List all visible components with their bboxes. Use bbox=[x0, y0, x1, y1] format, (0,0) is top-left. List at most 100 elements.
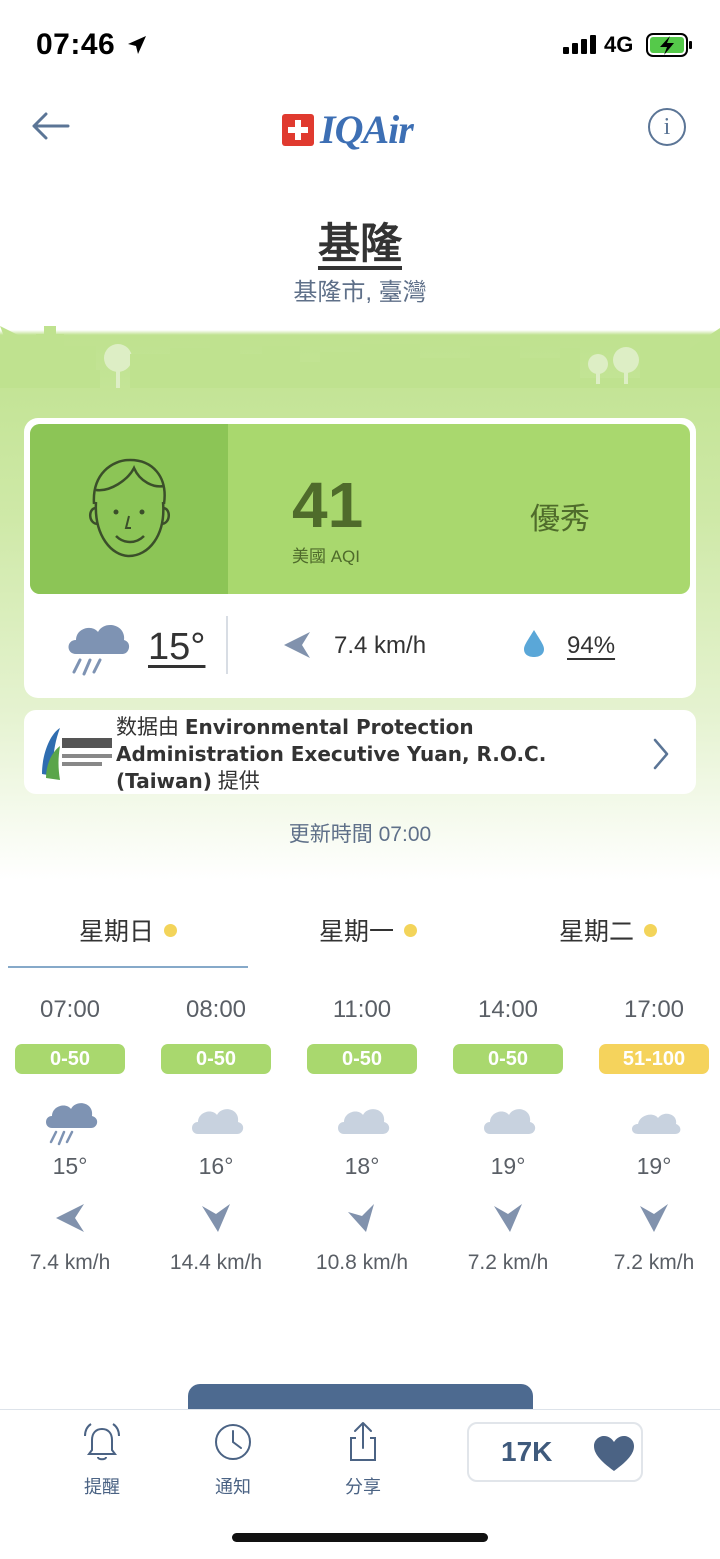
back-arrow-icon[interactable] bbox=[28, 106, 76, 146]
updated-time: 更新時間 07:00 bbox=[288, 823, 432, 846]
iqair-logo: IQAir bbox=[282, 106, 414, 153]
active-tab-indicator bbox=[8, 966, 248, 968]
chevron-right-icon bbox=[653, 738, 669, 770]
top-navigation: IQAir i bbox=[0, 100, 720, 160]
aqi-value: 41 bbox=[292, 469, 364, 541]
current-temperature[interactable]: 15° bbox=[148, 626, 205, 669]
cloud-icon bbox=[338, 1109, 390, 1134]
tab-tuesday[interactable]: 星期二 bbox=[488, 912, 720, 948]
aqi-panel: 41 美國 AQI 優秀 bbox=[30, 424, 690, 594]
aqi-card: 41 美國 AQI 優秀 15° 7.4 km/h 94% bbox=[24, 418, 696, 698]
forecast-wind: 7.2 km/h bbox=[467, 1251, 549, 1274]
day-label: 星期二 bbox=[558, 918, 634, 946]
cloud-icon bbox=[632, 1113, 681, 1134]
alerts-button[interactable]: 提醒 bbox=[57, 1420, 147, 1499]
clock-icon bbox=[215, 1424, 251, 1460]
wind-direction-icon bbox=[284, 632, 310, 658]
forecast-column: 07:00 0-50 15° 7.4 km/h bbox=[0, 990, 143, 1275]
wind-direction-icon bbox=[348, 1204, 374, 1232]
city-skyline-illustration bbox=[0, 326, 720, 388]
share-label: 分享 bbox=[345, 1477, 381, 1497]
status-bar: 07:46 4G bbox=[0, 0, 720, 90]
aqi-range-badge: 0-50 bbox=[453, 1044, 563, 1074]
brand-name: IQAir bbox=[320, 107, 414, 152]
forecast-wind: 7.4 km/h bbox=[29, 1251, 111, 1274]
info-button[interactable]: i bbox=[648, 108, 686, 146]
forecast-temp: 15° bbox=[52, 1153, 88, 1179]
source-name: Environmental Protection Administration … bbox=[116, 715, 547, 793]
epa-taiwan-logo bbox=[42, 728, 112, 780]
cloud-icon bbox=[484, 1109, 536, 1134]
forecast-wind: 14.4 km/h bbox=[169, 1251, 263, 1274]
network-type: 4G bbox=[604, 32, 634, 57]
forecast-temp: 16° bbox=[198, 1153, 234, 1179]
cloud-icon bbox=[192, 1109, 244, 1134]
tab-sunday[interactable]: 星期日 bbox=[8, 912, 248, 948]
forecast-temp: 19° bbox=[490, 1153, 526, 1179]
day-label: 星期日 bbox=[78, 918, 154, 946]
aqi-dot bbox=[164, 924, 177, 937]
source-prefix: 数据由 bbox=[116, 716, 179, 739]
aqi-range-badge: 0-50 bbox=[15, 1044, 125, 1074]
smiling-face-icon bbox=[89, 458, 170, 558]
forecast-column: 11:00 0-50 18° 10.8 km/h bbox=[289, 990, 435, 1275]
aqi-range-badge: 0-50 bbox=[161, 1044, 271, 1074]
likes-count: 17K bbox=[501, 1436, 553, 1467]
location-arrow-icon bbox=[128, 36, 146, 54]
aqi-dot bbox=[404, 924, 417, 937]
forecast-wind: 10.8 km/h bbox=[315, 1251, 409, 1274]
current-weather-row: 15° 7.4 km/h 94% bbox=[24, 608, 696, 688]
forecast-temp: 18° bbox=[344, 1153, 380, 1179]
tab-monday[interactable]: 星期一 bbox=[248, 912, 488, 948]
likes-button[interactable]: 17K bbox=[467, 1422, 643, 1482]
wind-direction-icon bbox=[202, 1204, 230, 1232]
forecast-hour: 08:00 bbox=[185, 996, 247, 1023]
forecast-temp: 19° bbox=[636, 1153, 672, 1179]
rain-cloud-icon bbox=[68, 625, 130, 676]
sheet-handle[interactable] bbox=[188, 1384, 533, 1410]
info-icon: i bbox=[663, 113, 671, 140]
day-tabs: 星期日 星期一 星期二 bbox=[0, 900, 720, 970]
share-icon bbox=[350, 1422, 376, 1461]
forecast-column: 14:00 0-50 19° 7.2 km/h bbox=[435, 990, 581, 1275]
current-wind-speed: 7.4 km/h bbox=[334, 632, 427, 659]
forecast-hour: 07:00 bbox=[39, 996, 101, 1023]
data-source-card[interactable]: 数据由 Environmental Protection Administrat… bbox=[24, 710, 696, 794]
swiss-flag-icon bbox=[282, 113, 314, 146]
city-region: 基隆市, 臺灣 bbox=[293, 279, 427, 306]
wind-direction-icon bbox=[494, 1204, 522, 1232]
forecast-hour: 11:00 bbox=[332, 996, 392, 1023]
wind-direction-icon bbox=[56, 1204, 84, 1232]
wind-direction-icon bbox=[640, 1204, 668, 1232]
signal-icon bbox=[563, 35, 596, 54]
aqi-face-panel bbox=[30, 424, 228, 594]
bell-icon bbox=[84, 1423, 120, 1461]
forecast-column: 17:00 51-100 19° 7.2 km/h bbox=[581, 990, 720, 1275]
notifications-button[interactable]: 通知 bbox=[188, 1420, 278, 1499]
divider bbox=[226, 616, 228, 674]
aqi-range-badge: 51-100 bbox=[599, 1044, 709, 1074]
home-indicator bbox=[232, 1533, 488, 1542]
hourly-forecast: 07:00 0-50 15° 7.4 km/h 08:00 0-50 16° 1… bbox=[0, 990, 720, 1310]
aqi-level-label: 優秀 bbox=[530, 503, 590, 536]
humidity-drop-icon bbox=[524, 630, 544, 657]
alerts-label: 提醒 bbox=[84, 1477, 120, 1497]
share-button[interactable]: 分享 bbox=[318, 1420, 408, 1499]
source-suffix: 提供 bbox=[217, 770, 260, 793]
day-label: 星期一 bbox=[318, 918, 394, 946]
forecast-wind: 7.2 km/h bbox=[613, 1251, 695, 1274]
data-source-text: 数据由 Environmental Protection Administrat… bbox=[116, 714, 636, 795]
heart-icon bbox=[594, 1436, 634, 1471]
aqi-dot bbox=[644, 924, 657, 937]
battery-charging-icon bbox=[646, 33, 692, 57]
forecast-column: 08:00 0-50 16° 14.4 km/h bbox=[143, 990, 289, 1275]
status-time: 07:46 bbox=[36, 28, 116, 61]
forecast-hour: 14:00 bbox=[477, 996, 539, 1023]
current-humidity[interactable]: 94% bbox=[567, 632, 615, 660]
aqi-unit-label: 美國 AQI bbox=[292, 547, 361, 566]
city-title[interactable]: 基隆 bbox=[0, 210, 720, 271]
notifications-label: 通知 bbox=[215, 1477, 251, 1497]
rain-cloud-icon bbox=[46, 1103, 98, 1146]
aqi-range-badge: 0-50 bbox=[307, 1044, 417, 1074]
forecast-hour: 17:00 bbox=[623, 996, 685, 1023]
